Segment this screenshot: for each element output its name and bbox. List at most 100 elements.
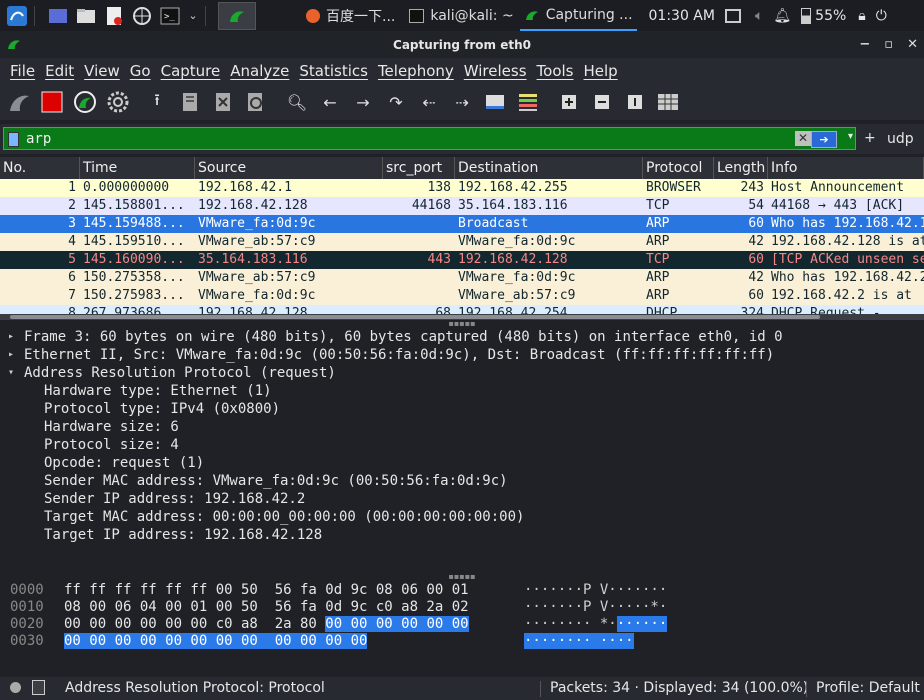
taskbar-task-terminal[interactable]: kali@kali: ~: [405, 0, 517, 31]
clear-filter-icon[interactable]: ✕: [795, 131, 811, 146]
taskbar-task-firefox[interactable]: 百度一下...: [302, 0, 399, 31]
column-header-time[interactable]: Time: [80, 157, 195, 179]
expander-arrow-icon[interactable]: ▾: [8, 364, 14, 382]
column-header-src-port[interactable]: src_port: [383, 157, 455, 179]
expert-info-icon[interactable]: [10, 682, 21, 693]
filter-button-udp[interactable]: udp: [887, 131, 914, 147]
browser-icon[interactable]: [131, 5, 153, 27]
close-file-icon[interactable]: [209, 88, 237, 116]
hex-row[interactable]: 0020 00 00 00 00 00 00 c0 a8 2a 80 00 00 …: [0, 616, 924, 633]
detail-field[interactable]: Protocol type: IPv4 (0x0800): [0, 400, 924, 418]
resize-columns-icon[interactable]: [654, 88, 682, 116]
column-header-source[interactable]: Source: [195, 157, 383, 179]
first-packet-icon[interactable]: ⇠: [415, 88, 443, 116]
colorize-icon[interactable]: [514, 88, 542, 116]
notification-bell-icon[interactable]: 🔔︎: [773, 8, 791, 24]
restart-capture-icon[interactable]: [71, 88, 99, 116]
add-filter-button[interactable]: +: [864, 130, 876, 146]
start-capture-icon[interactable]: [5, 88, 33, 116]
hex-row[interactable]: 0030 00 00 00 00 00 00 00 00 00 00 00 00 ·…: [0, 633, 924, 650]
detail-field[interactable]: Protocol size: 4: [0, 436, 924, 454]
taskbar-task-wireshark[interactable]: Capturing ...: [519, 0, 637, 31]
stop-capture-icon[interactable]: [38, 88, 66, 116]
go-back-icon[interactable]: ←: [316, 88, 344, 116]
menu-tools[interactable]: Tools: [537, 62, 574, 80]
column-header-no[interactable]: No.: [0, 157, 80, 179]
menu-edit[interactable]: Edit: [45, 62, 74, 80]
terminal-launcher-icon[interactable]: >_: [159, 5, 181, 27]
maximize-icon[interactable]: ▫: [884, 37, 893, 52]
display-filter-input[interactable]: arp ✕ ➔ ▾: [3, 127, 856, 150]
detail-field[interactable]: Target MAC address: 00:00:00_00:00:00 (0…: [0, 508, 924, 526]
battery-icon[interactable]: [801, 7, 812, 24]
menu-view[interactable]: View: [84, 62, 120, 80]
save-file-icon[interactable]: [176, 88, 204, 116]
window-titlebar[interactable]: Capturing from eth0 − ▫ ✕: [0, 31, 924, 58]
lock-icon[interactable]: 🔒︎: [858, 8, 865, 24]
autoscroll-icon[interactable]: [481, 88, 509, 116]
reload-file-icon[interactable]: [242, 88, 270, 116]
pane-splitter[interactable]: ▪▪▪▪▪: [0, 573, 924, 581]
packet-row[interactable]: 5 145.160090... 35.164.183.116 443 192.168.4…: [0, 251, 924, 269]
apply-filter-icon[interactable]: ➔: [811, 131, 837, 148]
minimize-icon[interactable]: −: [859, 37, 870, 52]
find-packet-icon[interactable]: 🔍︎: [283, 88, 311, 116]
detail-field[interactable]: Opcode: request (1): [0, 454, 924, 472]
packet-row[interactable]: 4 145.159510... VMware_ab:57:c9 VMware_fa:0…: [0, 233, 924, 251]
packet-row[interactable]: 3 145.159488... VMware_fa:0d:9c Broadcast AR…: [0, 215, 924, 233]
open-file-icon[interactable]: ⭱: [143, 88, 171, 116]
packet-bytes-pane[interactable]: 0000 ff ff ff ff ff ff 00 50 56 fa 0d 9c …: [0, 580, 924, 675]
detail-field[interactable]: Sender MAC address: VMware_fa:0d:9c (00:…: [0, 472, 924, 490]
column-header-info[interactable]: Info: [768, 157, 924, 179]
menu-statistics[interactable]: Statistics: [299, 62, 368, 80]
kali-menu-icon[interactable]: [6, 5, 28, 27]
zoom-out-icon[interactable]: [588, 88, 616, 116]
last-packet-icon[interactable]: ⇢: [448, 88, 476, 116]
menu-go[interactable]: Go: [130, 62, 151, 80]
detail-field[interactable]: Target IP address: 192.168.42.128: [0, 526, 924, 544]
power-icon[interactable]: ⏻: [876, 8, 887, 24]
column-header-protocol[interactable]: Protocol: [643, 157, 714, 179]
detail-field[interactable]: Hardware size: 6: [0, 418, 924, 436]
packet-row[interactable]: 7 150.275983... VMware_fa:0d:9c VMware_ab:5…: [0, 287, 924, 305]
detail-field[interactable]: Sender IP address: 192.168.42.2: [0, 490, 924, 508]
wireshark-launcher-icon[interactable]: [218, 1, 256, 30]
column-header-length[interactable]: Length: [714, 157, 768, 179]
zoom-in-icon[interactable]: [555, 88, 583, 116]
menu-telephony[interactable]: Telephony: [378, 62, 454, 80]
chevron-down-icon[interactable]: ⌄: [187, 5, 199, 27]
packet-list[interactable]: No. Time Source src_port Destination Pro…: [0, 157, 924, 317]
display-icon[interactable]: [724, 8, 741, 23]
bookmark-icon[interactable]: [8, 132, 19, 147]
normal-size-icon[interactable]: [621, 88, 649, 116]
detail-tree-item[interactable]: ▸ Ethernet II, Src: VMware_fa:0d:9c (00:5…: [0, 346, 924, 364]
text-editor-icon[interactable]: [103, 5, 125, 27]
packet-row[interactable]: 2 145.158801... 192.168.42.128 44168 35.164.…: [0, 197, 924, 215]
chevron-down-icon[interactable]: ▾: [848, 131, 853, 142]
detail-field[interactable]: Hardware type: Ethernet (1): [0, 382, 924, 400]
show-desktop-icon[interactable]: [47, 5, 69, 27]
menu-wireless[interactable]: Wireless: [464, 62, 527, 80]
file-manager-icon[interactable]: [75, 5, 97, 27]
packet-details-pane[interactable]: ▸ Frame 3: 60 bytes on wire (480 bits), 6…: [0, 328, 924, 576]
detail-tree-item[interactable]: ▾ Address Resolution Protocol (request): [0, 364, 924, 382]
hex-row[interactable]: 0010 08 00 06 04 00 01 00 50 56 fa 0d 9c …: [0, 599, 924, 616]
capture-options-gear-icon[interactable]: [104, 88, 132, 116]
go-forward-icon[interactable]: →: [349, 88, 377, 116]
packet-row[interactable]: 6 150.275358... VMware_ab:57:c9 VMware_fa:0…: [0, 269, 924, 287]
clock[interactable]: 01:30 AM: [649, 8, 715, 24]
expander-arrow-icon[interactable]: ▸: [8, 328, 14, 346]
menu-capture[interactable]: Capture: [161, 62, 221, 80]
capture-comment-icon[interactable]: [32, 680, 45, 695]
hex-row[interactable]: 0000 ff ff ff ff ff ff 00 50 56 fa 0d 9c …: [0, 582, 924, 599]
detail-tree-item[interactable]: ▸ Frame 3: 60 bytes on wire (480 bits), 6…: [0, 328, 924, 346]
scrollbar-thumb[interactable]: [10, 315, 820, 319]
menu-analyze[interactable]: Analyze: [230, 62, 289, 80]
filter-text[interactable]: arp: [26, 131, 51, 147]
menu-file[interactable]: File: [10, 62, 35, 80]
go-to-packet-icon[interactable]: ↷: [382, 88, 410, 116]
packet-row[interactable]: 1 0.000000000 192.168.42.1 138 192.168.42.25…: [0, 179, 924, 197]
menu-help[interactable]: Help: [583, 62, 617, 80]
column-header-destination[interactable]: Destination: [455, 157, 643, 179]
volume-icon[interactable]: 🔈︎: [755, 8, 763, 24]
